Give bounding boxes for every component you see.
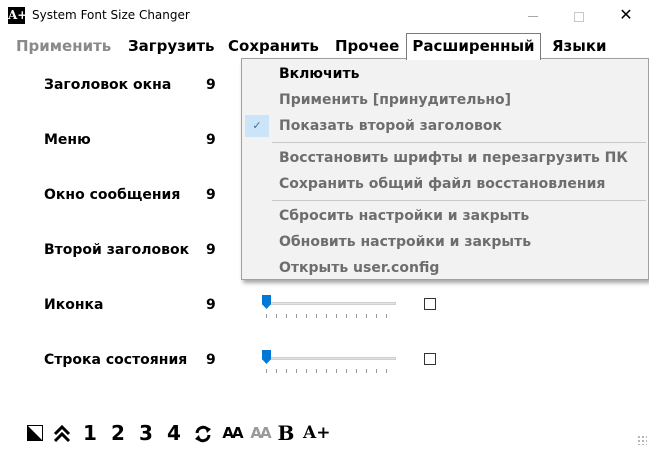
preset-4-button[interactable]: 4 <box>166 420 182 447</box>
menu-item-enable[interactable]: Включить <box>279 66 359 82</box>
menu-advanced[interactable]: Расширенный <box>406 33 541 60</box>
font-size-disabled-button[interactable]: AA <box>248 420 272 447</box>
row-value-menu: 9 <box>206 132 216 148</box>
slider-track <box>262 357 396 360</box>
menu-separator <box>272 142 646 143</box>
menu-apply[interactable]: Применить <box>16 33 111 59</box>
font-size-button[interactable]: AA <box>220 420 244 447</box>
row-label-menu: Меню <box>44 132 91 148</box>
window-border-icon <box>27 425 43 441</box>
menu-item-show-second-title[interactable]: Показать второй заголовок <box>279 118 502 134</box>
menu-load[interactable]: Загрузить <box>128 33 215 59</box>
font-increase-button[interactable]: A+ <box>303 420 330 447</box>
minimize-button[interactable] <box>510 0 556 32</box>
row-value-second-title: 9 <box>206 242 216 258</box>
row-value-window-title: 9 <box>206 77 216 93</box>
row-label-message-box: Окно сообщения <box>44 187 181 203</box>
maximize-button[interactable] <box>556 0 602 32</box>
checkmark-icon: ✓ <box>245 115 269 137</box>
row-value-icon: 9 <box>206 297 216 313</box>
preset-2-button[interactable]: 2 <box>110 420 126 447</box>
title-bar: A+ System Font Size Changer ✕ <box>0 0 649 32</box>
row-label-window-title: Заголовок окна <box>44 77 172 93</box>
row-label-status-bar: Строка состояния <box>44 352 188 368</box>
refresh-icon <box>195 425 211 443</box>
menu-item-open-config[interactable]: Открыть user.config <box>279 260 439 276</box>
row-label-icon: Иконка <box>44 297 104 313</box>
bold-button[interactable]: B <box>276 420 296 447</box>
menu-item-force-apply[interactable]: Применить [принудительно] <box>279 92 511 108</box>
maximize-icon <box>574 11 584 22</box>
menu-save[interactable]: Сохранить <box>228 33 319 59</box>
icon-bold-checkbox[interactable] <box>424 298 436 310</box>
minimize-icon <box>528 16 538 18</box>
row-value-status-bar: 9 <box>206 352 216 368</box>
collapse-button[interactable] <box>52 420 72 447</box>
refresh-button[interactable] <box>192 420 214 447</box>
menu-bar: Применить Загрузить Сохранить Прочее Рас… <box>0 33 649 60</box>
advanced-dropdown-menu: Включить Применить [принудительно] ✓ Пок… <box>241 58 649 280</box>
preset-1-button[interactable]: 1 <box>82 420 98 447</box>
window-border-button[interactable] <box>24 420 46 447</box>
preset-3-button[interactable]: 3 <box>138 420 154 447</box>
icon-size-slider[interactable] <box>260 295 400 325</box>
slider-thumb[interactable] <box>262 350 271 364</box>
menu-item-save-restore-file[interactable]: Сохранить общий файл восстановления <box>279 176 605 192</box>
slider-ticks <box>266 369 396 373</box>
status-bar-size-slider[interactable] <box>260 350 400 380</box>
menu-item-reset-close[interactable]: Сбросить настройки и закрыть <box>279 208 529 224</box>
status-bar-bold-checkbox[interactable] <box>424 353 436 365</box>
app-icon: A+ <box>8 7 28 24</box>
slider-thumb[interactable] <box>262 295 271 309</box>
menu-separator <box>272 200 646 201</box>
row-value-message-box: 9 <box>206 187 216 203</box>
row-label-second-title: Второй заголовок <box>44 242 190 258</box>
resize-grip-icon[interactable] <box>637 435 647 445</box>
menu-item-update-close[interactable]: Обновить настройки и закрыть <box>279 234 531 250</box>
slider-track <box>262 302 396 305</box>
menu-other[interactable]: Прочее <box>335 33 399 59</box>
window-title: System Font Size Changer <box>32 8 190 22</box>
close-button[interactable]: ✕ <box>603 0 649 32</box>
bottom-toolbar: 1 2 3 4 AA AA B A+ <box>0 420 649 447</box>
menu-languages[interactable]: Языки <box>552 33 607 59</box>
double-chevron-up-icon <box>53 424 71 443</box>
slider-ticks <box>266 314 396 318</box>
menu-item-restore-fonts-reboot[interactable]: Восстановить шрифты и перезагрузить ПК <box>279 150 628 166</box>
